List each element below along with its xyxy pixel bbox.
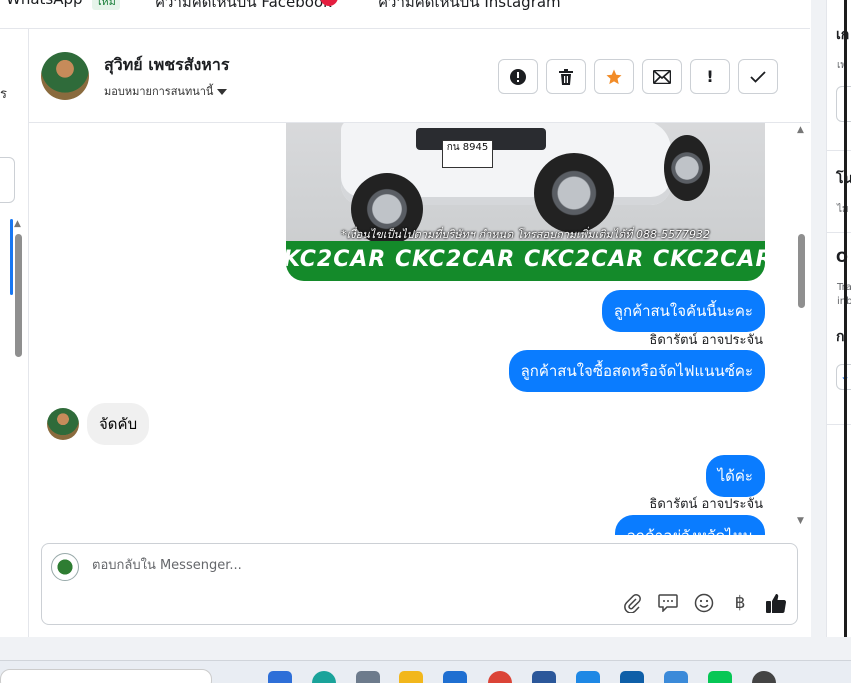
- conversation-actions: !: [498, 59, 778, 94]
- emoji-button[interactable]: [693, 592, 715, 614]
- scroll-down-arrow-icon[interactable]: ▼: [797, 516, 804, 526]
- window-bottom-margin: [0, 637, 851, 660]
- conversation-list-edge: ร ▲ ▼: [0, 29, 29, 661]
- baht-icon: ฿: [734, 593, 746, 613]
- image-banner: CKC2CAR CKC2CAR CKC2CAR CKC2CAR CKC2CAR: [286, 241, 765, 281]
- reply-input[interactable]: [90, 557, 594, 574]
- thread-scrollbar[interactable]: ▲ ▼: [794, 123, 810, 535]
- saved-replies-button[interactable]: [657, 592, 679, 614]
- message-bubble-incoming[interactable]: จัดคับ: [87, 403, 150, 445]
- mail-icon: [653, 69, 671, 84]
- scroll-up-arrow-icon[interactable]: ▲: [797, 125, 804, 135]
- taskbar-app-icon[interactable]: [752, 671, 776, 683]
- image-banner-text: CKC2CAR CKC2CAR CKC2CAR CKC2CAR CKC2CAR: [286, 247, 765, 272]
- contact-details-panel: เก เพ โน ไม O Tra inb ก ⌄: [826, 0, 851, 637]
- delete-button[interactable]: [546, 59, 586, 94]
- contact-avatar[interactable]: [41, 52, 89, 100]
- taskbar-app-icon[interactable]: [532, 671, 556, 683]
- panel-heading: เก: [836, 27, 850, 43]
- exclamation-icon: !: [706, 67, 714, 86]
- mark-spam-button[interactable]: [498, 59, 538, 94]
- folder-icon[interactable]: [399, 671, 423, 683]
- new-badge: ใหม่: [92, 0, 120, 10]
- conversation-header: สุวิทย์ เพชรสังหาร มอบหมายการสนทนานี้ !: [29, 29, 810, 123]
- thread-scroll-thumb[interactable]: [798, 234, 805, 308]
- taskbar-app-icon[interactable]: [356, 671, 380, 683]
- tab-instagram-comments[interactable]: ความคิดเห็นบน Instagram: [378, 0, 561, 14]
- thumbs-up-icon: [766, 594, 787, 613]
- inbox-tab-bar: WhatsApp ใหม่ ความคิดเห็นบน Facebook ควา…: [0, 0, 810, 29]
- car-wheel: [534, 153, 614, 233]
- mark-done-button[interactable]: [738, 59, 778, 94]
- message-bubble-outgoing[interactable]: ลูกค้าอยู่จังหวัดไหน: [614, 515, 765, 535]
- panel-divider: [827, 424, 851, 425]
- panel-divider: [827, 150, 851, 151]
- taskbar-search[interactable]: [0, 669, 212, 683]
- message-sender: ธิดารัตน์ อาจประจัน: [649, 497, 763, 512]
- composer-tools: ฿: [621, 592, 787, 614]
- trash-icon: [559, 68, 573, 85]
- conversation-list-scrollbar[interactable]: [15, 234, 22, 357]
- check-icon: [750, 70, 766, 83]
- assign-conversation-dropdown[interactable]: มอบหมายการสนทนานี้: [104, 82, 228, 100]
- message-thread: กน 8945 *เงื่อนไขเป็นไปตามที่บริษัทฯ กำห…: [29, 123, 810, 535]
- taskbar-app-icon[interactable]: [312, 671, 336, 683]
- tab-whatsapp[interactable]: WhatsApp: [6, 0, 83, 8]
- taskbar-app-icon[interactable]: [268, 671, 292, 683]
- car-image-message[interactable]: กน 8945 *เงื่อนไขเป็นไปตามที่บริษัทฯ กำห…: [286, 123, 765, 281]
- follow-up-button[interactable]: !: [690, 59, 730, 94]
- message-bubble-outgoing[interactable]: ลูกค้าสนใจซื้อสดหรือจัดไฟแนนซ์คะ: [508, 350, 765, 392]
- message-bubble-outgoing[interactable]: ได้ค่ะ: [705, 455, 765, 497]
- contact-avatar-small: [47, 408, 79, 440]
- contact-name[interactable]: สุวิทย์ เพชรสังหาร: [104, 53, 229, 78]
- attach-button[interactable]: [621, 592, 643, 614]
- license-plate: กน 8945: [442, 140, 493, 168]
- reply-composer: ฿: [41, 543, 798, 625]
- payment-button[interactable]: ฿: [729, 592, 751, 614]
- panel-divider: [827, 232, 851, 233]
- page-logo-avatar: [51, 553, 79, 581]
- message-bubble-outgoing[interactable]: ลูกค้าสนใจคันนี้นะคะ: [601, 290, 765, 332]
- selected-conversation-indicator: [10, 219, 13, 295]
- emoji-icon: [694, 593, 714, 613]
- scroll-up-arrow-icon[interactable]: ▲: [14, 219, 21, 229]
- message-sender: ธิดารัตน์ อาจประจัน: [649, 333, 763, 348]
- saved-reply-icon: [658, 594, 678, 612]
- taskbar-app-icon[interactable]: [488, 671, 512, 683]
- conversation-list-filter[interactable]: [0, 157, 15, 203]
- star-icon: [606, 69, 622, 84]
- chevron-down-icon: [217, 89, 228, 95]
- tab-facebook-comments[interactable]: ความคิดเห็นบน Facebook: [155, 0, 332, 14]
- car-wheel: [664, 135, 710, 201]
- alert-icon: [510, 68, 526, 85]
- like-button[interactable]: [765, 592, 787, 614]
- taskbar-app-icon[interactable]: [664, 671, 688, 683]
- os-taskbar: [0, 660, 851, 683]
- window-edge: [844, 0, 847, 682]
- taskbar-app-icon[interactable]: [576, 671, 600, 683]
- conversation-list-text: ร: [0, 87, 7, 102]
- taskbar-app-icon[interactable]: [443, 671, 467, 683]
- assign-label: มอบหมายการสนทนานี้: [104, 85, 214, 98]
- taskbar-app-icon[interactable]: [620, 671, 644, 683]
- mark-unread-button[interactable]: [642, 59, 682, 94]
- paperclip-icon: [624, 593, 641, 613]
- line-icon[interactable]: [708, 671, 732, 683]
- star-button[interactable]: [594, 59, 634, 94]
